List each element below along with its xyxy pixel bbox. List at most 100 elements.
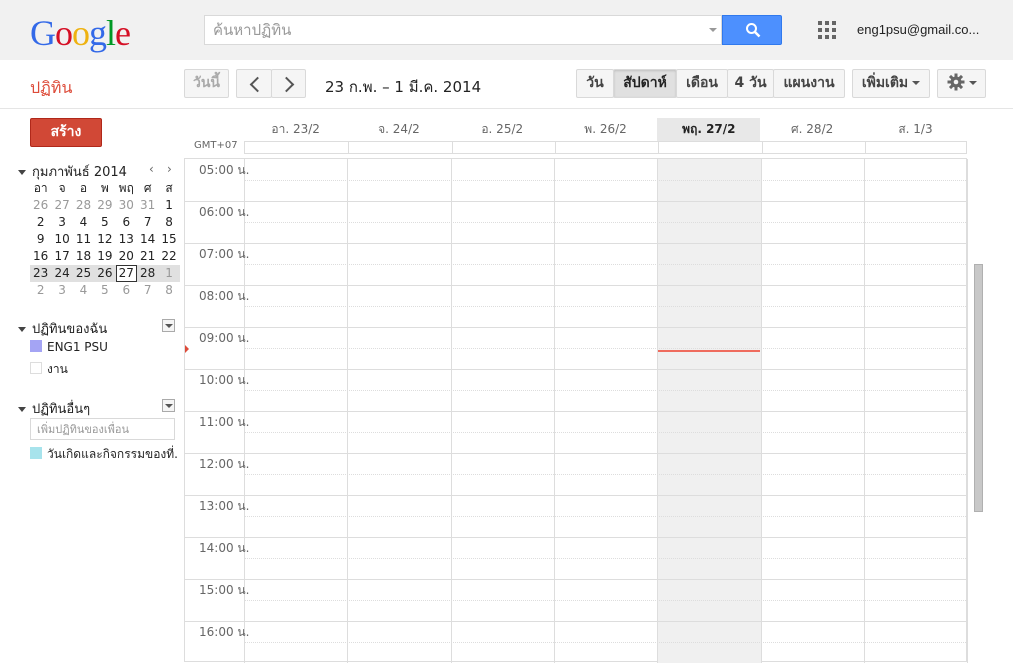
my-calendars-header[interactable]: ปฏิทินของฉัน xyxy=(18,318,107,339)
mini-day[interactable]: 5 xyxy=(94,282,115,299)
mini-weekday: อ xyxy=(79,181,88,195)
mini-day[interactable]: 24 xyxy=(51,265,72,282)
mini-week-row[interactable]: 2345678 xyxy=(30,282,180,299)
mini-day[interactable]: 9 xyxy=(30,231,51,248)
search-box[interactable] xyxy=(204,15,722,45)
mini-day[interactable]: 29 xyxy=(94,197,115,214)
time-grid[interactable]: 05:00 น. 06:00 น. 07:00 น. 08:00 น. 09:00 น.… xyxy=(184,158,969,663)
view-4days-button[interactable]: 4 วัน xyxy=(727,69,774,98)
prev-week-button[interactable] xyxy=(236,69,272,98)
my-calendars-menu-icon[interactable] xyxy=(162,319,175,332)
chevron-down-icon xyxy=(968,81,977,85)
day-column-header[interactable]: พ. 26/2 xyxy=(554,118,657,141)
apps-grid-icon[interactable] xyxy=(818,21,836,39)
create-event-button[interactable]: สร้าง xyxy=(30,118,102,147)
collapse-triangle-icon[interactable] xyxy=(18,407,26,412)
account-email[interactable]: eng1psu@gmail.co... xyxy=(857,22,987,37)
mini-day[interactable]: 14 xyxy=(137,231,158,248)
mini-day[interactable]: 5 xyxy=(94,214,115,231)
day-column-header[interactable]: ส. 1/3 xyxy=(864,118,967,141)
mini-day[interactable]: 1 xyxy=(158,197,179,214)
mini-day[interactable]: 8 xyxy=(158,214,179,231)
view-week-button[interactable]: สัปดาห์ xyxy=(613,69,677,98)
mini-day[interactable]: 31 xyxy=(137,197,158,214)
mini-week-row[interactable]: 2345678 xyxy=(30,214,180,231)
mini-calendar-title[interactable]: กุมภาพันธ์ 2014 xyxy=(18,161,127,182)
scrollbar-thumb[interactable] xyxy=(974,264,983,512)
day-column-header[interactable]: อา. 23/2 xyxy=(244,118,347,141)
mini-day[interactable]: 6 xyxy=(116,282,137,299)
calendar-color-swatch[interactable] xyxy=(30,447,42,459)
mini-day[interactable]: 16 xyxy=(30,248,51,265)
calendar-color-swatch[interactable] xyxy=(30,340,42,352)
mini-day[interactable]: 22 xyxy=(158,248,179,265)
hour-label: 05:00 น. xyxy=(199,163,250,177)
search-input[interactable] xyxy=(213,16,693,44)
collapse-triangle-icon[interactable] xyxy=(18,170,26,175)
mini-day[interactable]: 27 xyxy=(51,197,72,214)
view-day-button[interactable]: วัน xyxy=(576,69,614,98)
day-column-header[interactable]: อ. 25/2 xyxy=(451,118,554,141)
calendar-color-swatch[interactable] xyxy=(30,362,42,374)
mini-day[interactable]: 7 xyxy=(137,282,158,299)
mini-day[interactable]: 3 xyxy=(51,214,72,231)
mini-prev-month-button[interactable]: ‹ xyxy=(149,162,154,176)
mini-day[interactable]: 19 xyxy=(94,248,115,265)
logo-letter: g xyxy=(89,13,107,53)
mini-day[interactable]: 8 xyxy=(158,282,179,299)
mini-day[interactable]: 2 xyxy=(30,282,51,299)
other-calendars-menu-icon[interactable] xyxy=(162,399,175,412)
mini-day[interactable]: 10 xyxy=(51,231,72,248)
mini-next-month-button[interactable]: › xyxy=(167,162,172,176)
other-calendars-header[interactable]: ปฏิทินอื่นๆ xyxy=(18,398,90,419)
view-month-button[interactable]: เดือน xyxy=(676,69,728,98)
today-button[interactable]: วันนี้ xyxy=(184,69,229,98)
mini-day[interactable]: 23 xyxy=(30,265,51,282)
mini-day[interactable]: 26 xyxy=(30,197,51,214)
collapse-triangle-icon[interactable] xyxy=(18,327,26,332)
mini-week-row[interactable]: 26 27 28 29 30 31 1 xyxy=(30,197,180,214)
mini-day[interactable]: 18 xyxy=(73,248,94,265)
day-column-header[interactable]: ศ. 28/2 xyxy=(761,118,864,141)
search-button[interactable] xyxy=(722,15,782,45)
next-week-button[interactable] xyxy=(271,69,306,98)
mini-day[interactable]: 20 xyxy=(116,248,137,265)
search-options-caret-icon[interactable] xyxy=(709,28,717,32)
mini-weekday: พ xyxy=(100,181,109,195)
mini-day[interactable]: 30 xyxy=(116,197,137,214)
mini-week-row[interactable]: 23 24 25 26 27 28 1 xyxy=(30,265,180,282)
mini-day[interactable]: 21 xyxy=(137,248,158,265)
view-agenda-button[interactable]: แผนงาน xyxy=(773,69,845,98)
mini-day[interactable]: 2 xyxy=(30,214,51,231)
calendar-item-eng1psu[interactable]: ENG1 PSU xyxy=(30,340,178,354)
calendar-item-work[interactable]: งาน xyxy=(30,360,178,379)
mini-day[interactable]: 15 xyxy=(158,231,179,248)
mini-day[interactable]: 27 xyxy=(115,265,137,282)
mini-day[interactable]: 4 xyxy=(73,282,94,299)
mini-day[interactable]: 28 xyxy=(73,197,94,214)
calendar-item-birthdays[interactable]: วันเกิดและกิจกรรมของที่... xyxy=(30,445,178,464)
google-logo[interactable]: Google xyxy=(30,12,131,54)
mini-day[interactable]: 7 xyxy=(137,214,158,231)
app-name[interactable]: ปฏิทิน xyxy=(30,76,72,101)
mini-day[interactable]: 12 xyxy=(94,231,115,248)
mini-week-row[interactable]: 16 17 18 19 20 21 22 xyxy=(30,248,180,265)
add-friend-calendar-input[interactable] xyxy=(30,418,175,440)
mini-day[interactable]: 11 xyxy=(73,231,94,248)
mini-week-row[interactable]: 9 10 11 12 13 14 15 xyxy=(30,231,180,248)
all-day-row[interactable] xyxy=(244,141,967,154)
mini-day[interactable]: 28 xyxy=(137,265,158,282)
mini-day[interactable]: 17 xyxy=(51,248,72,265)
mini-day[interactable]: 1 xyxy=(158,265,179,282)
mini-day[interactable]: 25 xyxy=(73,265,94,282)
mini-day[interactable]: 26 xyxy=(94,265,115,282)
mini-day[interactable]: 3 xyxy=(51,282,72,299)
settings-button[interactable] xyxy=(937,69,986,98)
mini-day[interactable]: 6 xyxy=(116,214,137,231)
more-button[interactable]: เพิ่มเติม xyxy=(852,69,930,98)
mini-day[interactable]: 4 xyxy=(73,214,94,231)
mini-day[interactable]: 13 xyxy=(116,231,137,248)
day-column-header[interactable]: พฤ. 27/2 xyxy=(657,118,761,141)
day-column-header[interactable]: จ. 24/2 xyxy=(347,118,450,141)
hour-label: 11:00 น. xyxy=(199,415,250,429)
